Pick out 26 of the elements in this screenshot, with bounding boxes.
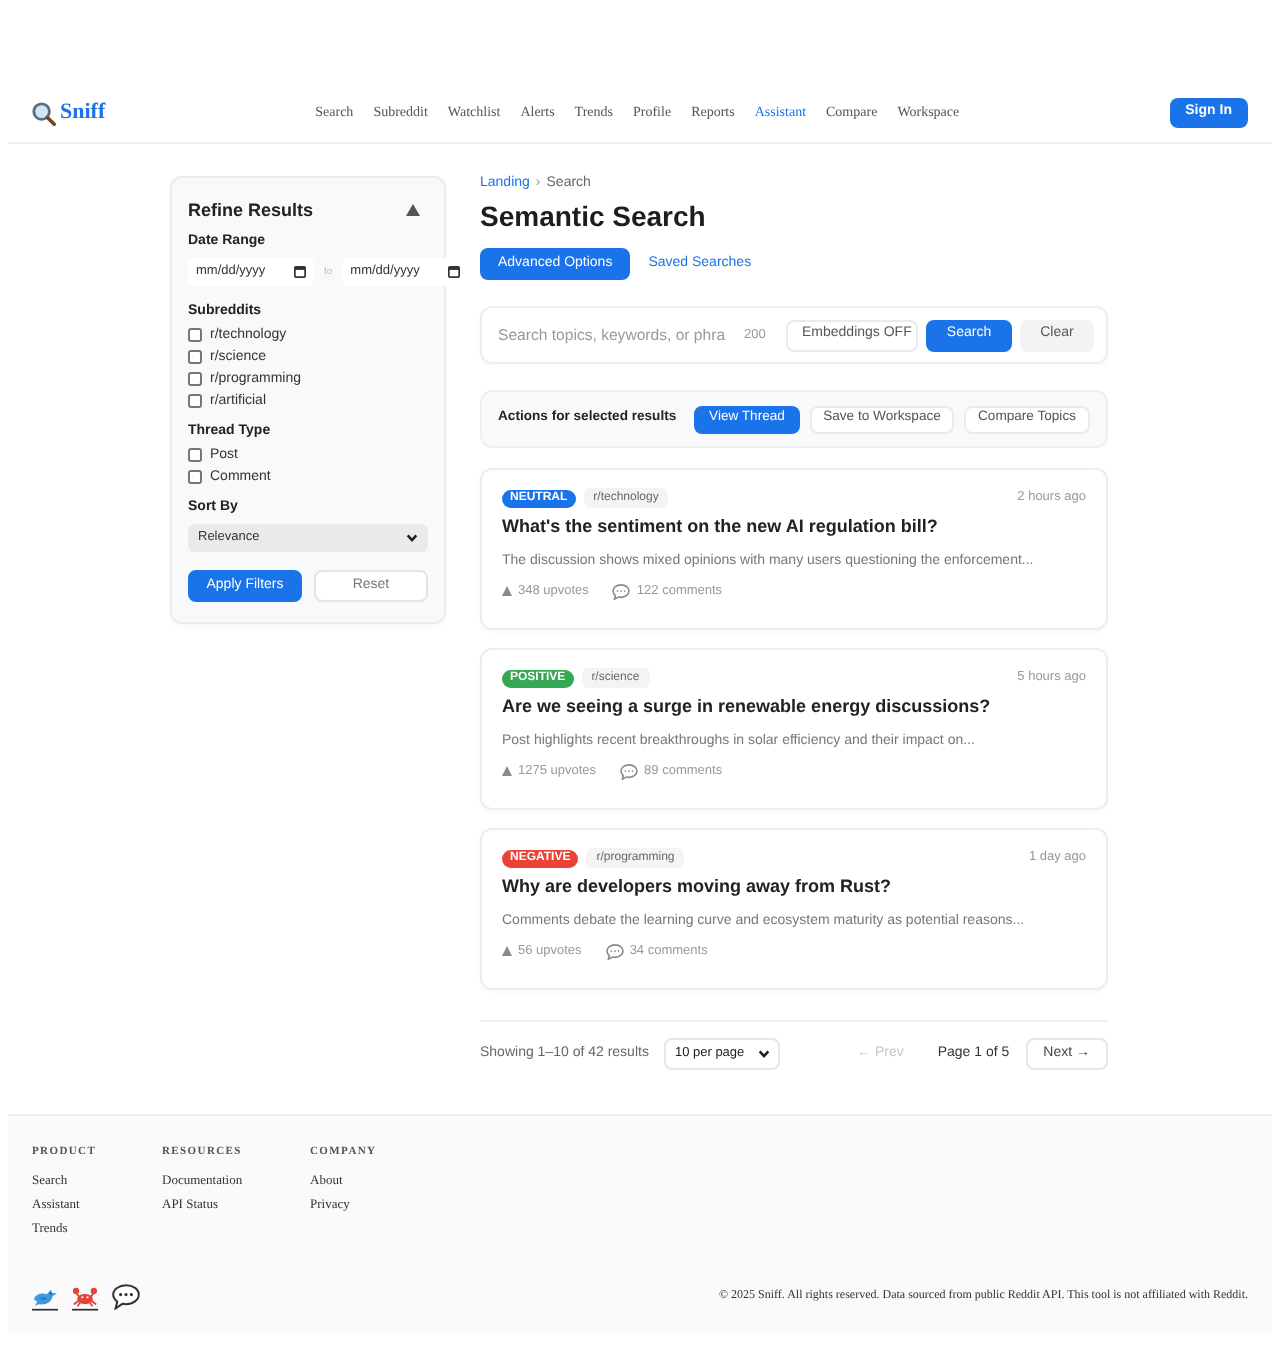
checkbox[interactable] [188, 470, 202, 484]
caret-up-icon[interactable] [406, 204, 420, 216]
checkbox[interactable] [188, 372, 202, 386]
checkbox[interactable] [188, 350, 202, 364]
speech-bubble-icon[interactable] [112, 1284, 140, 1310]
checkbox[interactable] [188, 448, 202, 462]
upvote-icon[interactable] [502, 586, 512, 596]
result-title[interactable]: What's the sentiment on the new AI regulation bill? [502, 516, 1086, 538]
checkbox[interactable] [188, 394, 202, 408]
upvote-icon[interactable] [502, 946, 512, 956]
upvote-icon[interactable] [502, 766, 512, 776]
calendar-icon[interactable] [448, 266, 461, 278]
comment-icon [620, 763, 639, 779]
comment-icon [605, 943, 624, 959]
page-title: Semantic Search [480, 200, 708, 232]
checkbox[interactable] [188, 328, 202, 342]
magnifier-icon [32, 101, 56, 125]
chevron-down-icon [406, 534, 418, 542]
calendar-icon[interactable] [294, 266, 306, 278]
crab-icon[interactable] [72, 1283, 98, 1311]
result-title[interactable]: Are we seeing a surge in renewable energy discussions? [502, 696, 1086, 718]
result-title[interactable]: Why are developers moving away from Rust? [502, 876, 1086, 898]
panel-title: Refine Results [188, 198, 314, 222]
brand-name[interactable]: Sniff [60, 100, 106, 126]
comment-icon [612, 583, 631, 599]
chevron-down-icon [758, 1050, 771, 1058]
